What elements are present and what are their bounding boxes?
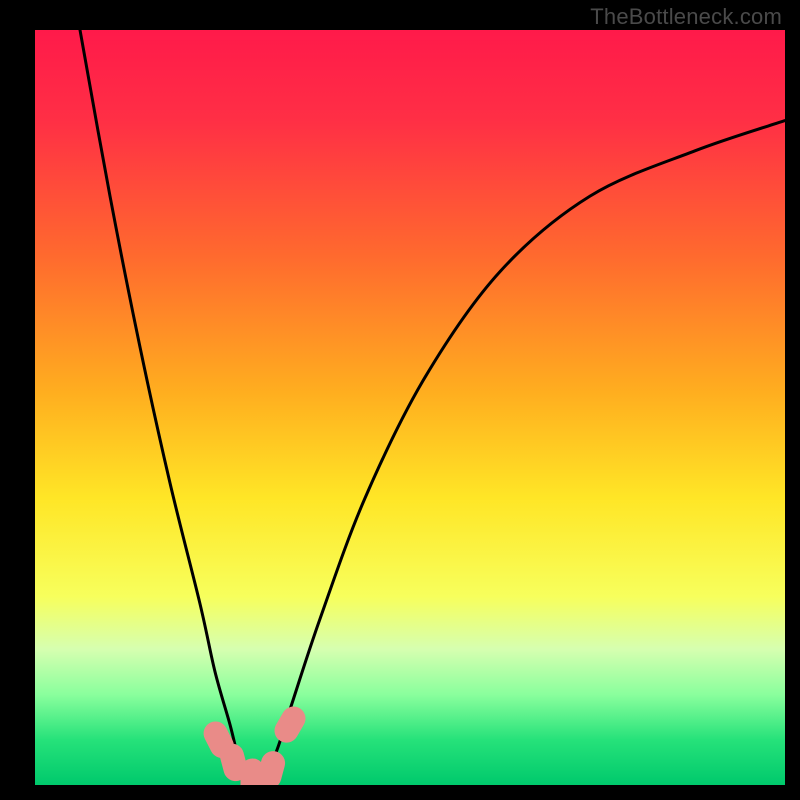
plot-area bbox=[35, 30, 785, 785]
bottleneck-curve bbox=[80, 30, 785, 785]
chart-frame: TheBottleneck.com bbox=[0, 0, 800, 800]
watermark-text: TheBottleneck.com bbox=[590, 4, 782, 30]
marker-layer bbox=[199, 702, 309, 785]
point-e bbox=[270, 702, 310, 747]
curve-layer bbox=[35, 30, 785, 785]
point-d bbox=[255, 748, 288, 785]
